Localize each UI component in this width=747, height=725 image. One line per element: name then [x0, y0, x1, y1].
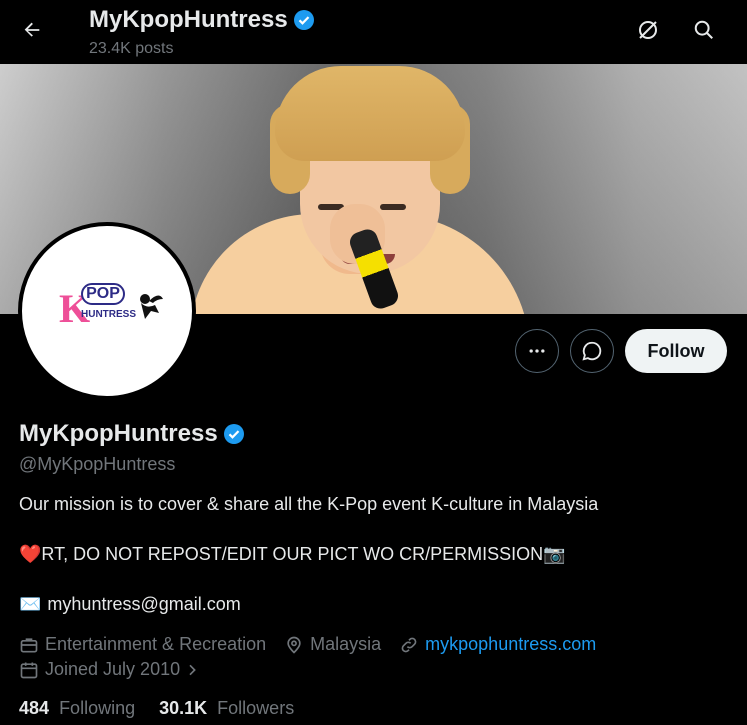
bio-line: Our mission is to cover & share all the … — [19, 494, 599, 514]
link-icon — [401, 637, 417, 652]
follow-stats: 484 Following 30.1K Followers — [19, 698, 318, 719]
search-icon — [694, 20, 713, 39]
location-item: Malaysia — [284, 634, 381, 655]
message-bubble-icon — [582, 341, 602, 361]
arrow-left-icon — [24, 22, 40, 37]
briefcase-icon — [20, 637, 38, 652]
followers-stat[interactable]: 30.1K Followers — [159, 698, 294, 719]
heart-emoji-icon: ❤️ — [19, 544, 42, 564]
category-item: Entertainment & Recreation — [19, 634, 266, 655]
calendar-icon — [20, 662, 38, 678]
following-stat[interactable]: 484 Following — [19, 698, 135, 719]
grok-icon — [639, 21, 657, 39]
bio-line-text: RT, DO NOT REPOST/EDIT OUR PICT WO CR/PE… — [41, 544, 544, 564]
profile-avatar[interactable]: K POP HUNTRESS — [18, 222, 196, 400]
cupid-icon — [140, 294, 163, 319]
joined-item[interactable]: Joined July 2010 — [19, 659, 206, 680]
profile-name: MyKpopHuntress — [19, 420, 218, 447]
bio-email-line: ✉️ myhuntress@gmail.com — [19, 594, 241, 615]
bio-line: ❤️ RT, DO NOT REPOST/EDIT OUR PICT WO CR… — [19, 544, 566, 565]
followers-count: 30.1K — [159, 698, 208, 718]
verified-badge-icon — [293, 10, 314, 30]
back-button[interactable] — [14, 12, 50, 48]
logo-huntress: HUNTRESS — [81, 309, 137, 320]
website-item: mykpophuntress.com — [399, 634, 596, 655]
chevron-right-icon — [189, 664, 196, 675]
verified-badge-icon[interactable] — [222, 422, 246, 446]
profile-handle: @MyKpopHuntress — [19, 454, 176, 474]
camera-emoji-icon: 📷 — [543, 544, 566, 564]
more-dots-icon — [529, 349, 545, 353]
envelope-emoji-icon: ✉️ — [19, 594, 42, 614]
following-label: Following — [59, 698, 136, 718]
grok-button[interactable] — [632, 14, 664, 46]
profile-meta-row: Entertainment & Recreation Malaysia mykp… — [19, 634, 614, 655]
message-button[interactable] — [570, 329, 614, 373]
header-title: MyKpopHuntress — [89, 6, 288, 33]
profile-name-row: MyKpopHuntress — [19, 420, 246, 448]
followers-label: Followers — [217, 698, 295, 718]
post-count: 23.4K posts — [89, 40, 174, 57]
bio-email: myhuntress@gmail.com — [47, 594, 241, 614]
kpop-huntress-logo: K POP HUNTRESS — [47, 281, 167, 341]
joined-row[interactable]: Joined July 2010 — [19, 659, 224, 680]
profile-website-link[interactable]: mykpophuntress.com — [425, 634, 596, 655]
header-title-row: MyKpopHuntress — [89, 6, 316, 34]
profile-category: Entertainment & Recreation — [45, 634, 267, 654]
search-button[interactable] — [688, 14, 720, 46]
following-count: 484 — [19, 698, 50, 718]
profile-joined: Joined July 2010 — [45, 659, 181, 679]
more-options-button[interactable] — [515, 329, 559, 373]
profile-location: Malaysia — [310, 634, 382, 654]
location-pin-icon — [287, 636, 301, 654]
follow-button[interactable]: Follow — [625, 329, 727, 373]
logo-pop: POP — [81, 283, 125, 305]
top-bar: MyKpopHuntress 23.4K posts — [0, 0, 747, 64]
